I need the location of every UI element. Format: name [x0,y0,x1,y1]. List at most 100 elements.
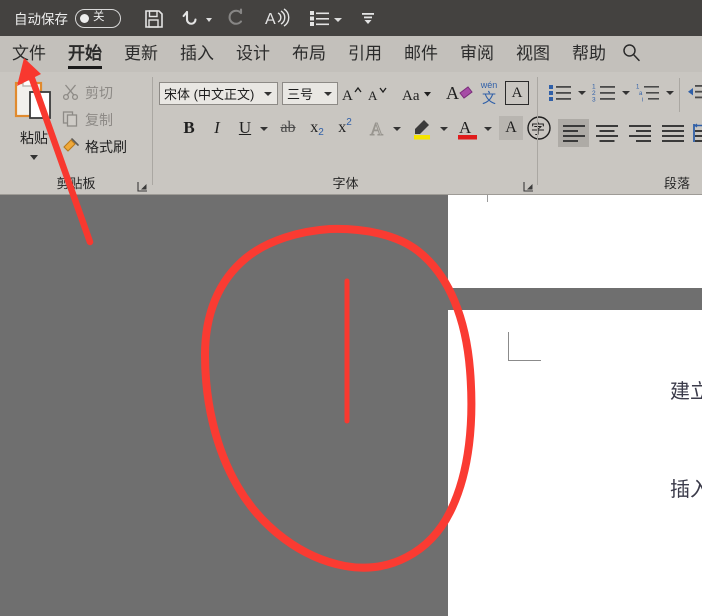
ribbon-tabs: 文件 开始 更新 插入 设计 布局 引用 邮件 审阅 视图 帮助 [0,36,702,72]
font-size-combo[interactable]: 三号 [282,82,338,105]
bold-label: B [183,118,195,137]
justify-button[interactable] [657,119,688,147]
undo-button[interactable] [181,0,212,36]
paste-dropdown-arrow[interactable] [30,155,38,160]
align-left-button[interactable] [558,119,589,147]
multilevel-list-button[interactable]: 1ai [635,81,663,105]
strikethrough-button[interactable]: ab [275,116,301,140]
quick-access-list-button[interactable] [309,0,342,36]
svg-text:A: A [265,11,276,28]
grow-font-button[interactable]: A [341,82,365,105]
tab-update[interactable]: 更新 [113,36,169,72]
subscript-button[interactable]: x 2 [305,116,329,140]
tab-review[interactable]: 审阅 [449,36,505,72]
autosave-control[interactable]: 自动保存 关 [14,8,121,28]
shrink-font-button[interactable]: A [367,82,391,105]
distribute-button[interactable] [690,119,702,147]
tab-file-label: 文件 [12,44,46,63]
search-button[interactable] [621,36,641,72]
bullets-dropdown-arrow[interactable] [576,88,588,98]
tab-home[interactable]: 开始 [57,36,113,72]
tab-references[interactable]: 引用 [337,36,393,72]
paste-button[interactable]: 粘贴 [6,78,62,166]
tab-design-label: 设计 [236,44,270,63]
tab-file[interactable]: 文件 [0,36,57,72]
clear-formatting-button[interactable]: A [446,80,474,106]
save-icon [143,8,164,29]
font-size-dropdown-arrow[interactable] [324,91,332,96]
document-page-2[interactable]: 建立进 插入进 [448,310,702,616]
copy-label: 复制 [85,112,113,128]
chevron-down-icon [360,10,376,26]
font-dialog-launcher[interactable] [523,179,534,192]
text-effects-button[interactable]: A [366,116,390,140]
group-separator-2 [537,77,538,185]
customize-quick-access-button[interactable] [360,0,376,36]
paintbrush-icon [62,137,80,158]
italic-button[interactable]: I [206,116,228,140]
paragraph-inner-separator [679,78,680,112]
character-border-button[interactable]: A [505,81,529,105]
superscript-button[interactable]: x 2 [333,116,357,140]
tab-view[interactable]: 视图 [505,36,561,72]
copy-icon [62,110,80,131]
document-canvas[interactable]: 建立进 插入进 [0,195,702,616]
autosave-toggle-knob [80,13,89,23]
tab-mailings[interactable]: 邮件 [393,36,449,72]
svg-text:a: a [639,91,643,97]
clipboard-dialog-launcher[interactable] [137,179,148,192]
tab-view-label: 视图 [516,44,550,63]
numbering-button[interactable]: 123 [591,81,619,105]
text-effects-dropdown-arrow[interactable] [391,124,403,134]
font-size-value: 三号 [287,87,314,102]
font-color-dropdown-arrow[interactable] [482,124,494,134]
tab-insert[interactable]: 插入 [169,36,225,72]
redo-button[interactable] [225,0,247,36]
svg-text:A: A [370,119,383,139]
change-case-button[interactable]: Aa [398,82,436,105]
multilevel-list-dropdown-arrow[interactable] [664,88,676,98]
list-icon [309,8,331,28]
decrease-indent-button[interactable] [686,81,702,105]
subscript-sup: 2 [318,127,324,138]
search-icon [621,42,641,67]
bullets-button[interactable] [547,81,575,105]
speak-icon: A [265,7,293,29]
underline-button[interactable]: U [234,116,256,140]
autosave-toggle[interactable]: 关 [75,8,121,28]
list-dropdown-arrow[interactable] [334,18,342,22]
format-painter-button[interactable]: 格式刷 [62,136,127,158]
align-right-button[interactable] [624,119,655,147]
align-center-button[interactable] [591,119,622,147]
bold-button[interactable]: B [178,116,200,140]
undo-dropdown-arrow[interactable] [206,18,212,22]
tab-mailings-label: 邮件 [404,44,438,63]
font-group: 宋体 (中文正文) 三号 A A Aa A wén 文 A B I U ab x… [153,72,551,194]
superscript-sup: 2 [346,117,352,128]
document-page-1[interactable] [448,195,702,288]
copy-button[interactable]: 复制 [62,109,113,131]
tab-active-underline [68,66,102,69]
text-highlight-button[interactable] [409,114,437,142]
cut-button[interactable]: 剪切 [62,82,113,104]
svg-text:1: 1 [636,85,640,91]
tab-design[interactable]: 设计 [225,36,281,72]
underline-dropdown-arrow[interactable] [258,124,270,134]
font-color-button[interactable]: A [455,114,481,142]
text-highlight-dropdown-arrow[interactable] [438,124,450,134]
character-shading-button[interactable]: A [499,116,523,140]
tab-help[interactable]: 帮助 [561,36,617,72]
numbering-dropdown-arrow[interactable] [620,88,632,98]
phonetic-guide-bottom: 文 [481,90,496,106]
tab-layout[interactable]: 布局 [281,36,337,72]
font-name-combo[interactable]: 宋体 (中文正文) [159,82,278,105]
save-button[interactable] [143,0,164,36]
clipboard-icon [12,78,56,129]
strikethrough-label: ab [280,119,296,136]
font-name-dropdown-arrow[interactable] [264,91,272,96]
scissors-icon [62,83,80,104]
phonetic-guide-top: wén [480,80,498,90]
phonetic-guide-button[interactable]: wén 文 [476,80,502,106]
tab-update-label: 更新 [124,44,158,63]
read-aloud-button[interactable]: A [265,0,293,36]
